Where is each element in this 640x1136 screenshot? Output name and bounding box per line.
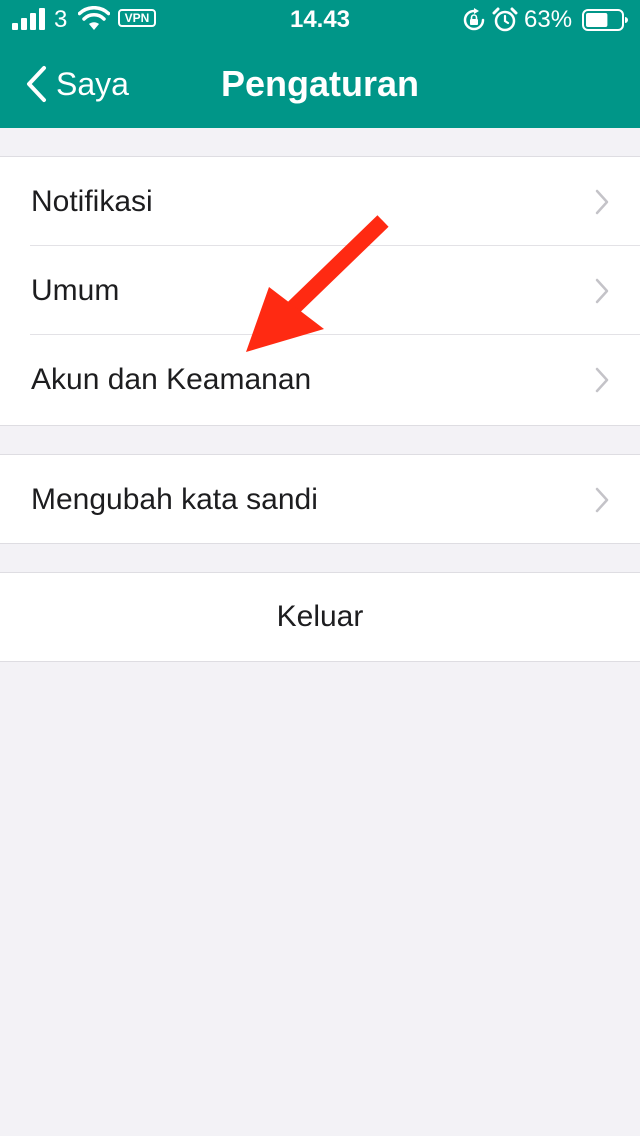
wifi-icon: [78, 6, 110, 30]
settings-item-label: Notifikasi: [31, 185, 153, 218]
settings-item-label: Umum: [31, 274, 120, 307]
chevron-right-icon: [595, 278, 609, 304]
navigation-bar: Saya Pengaturan: [0, 40, 640, 128]
vpn-icon: VPN: [118, 9, 156, 27]
chevron-right-icon: [595, 189, 609, 215]
chevron-right-icon: [595, 487, 609, 513]
chevron-right-icon: [595, 367, 609, 393]
rotation-lock-icon: [463, 8, 485, 31]
settings-group-password: Mengubah kata sandi: [0, 454, 640, 544]
carrier-label: 3: [54, 6, 68, 33]
status-bar: 3 VPN 14.43 63%: [0, 0, 640, 40]
battery-percentage: 63%: [524, 6, 573, 33]
battery-icon: [582, 9, 628, 31]
logout-group: Keluar: [0, 572, 640, 662]
settings-item-mengubah-kata-sandi[interactable]: Mengubah kata sandi: [0, 455, 640, 544]
settings-item-umum[interactable]: Umum: [0, 246, 640, 335]
settings-item-notifikasi[interactable]: Notifikasi: [0, 157, 640, 246]
logout-button[interactable]: Keluar: [0, 573, 640, 661]
signal-icon: [12, 8, 45, 30]
alarm-icon: [492, 7, 518, 32]
settings-item-label: Mengubah kata sandi: [31, 483, 318, 516]
status-time: 14.43: [289, 6, 351, 33]
settings-item-akun-dan-keamanan[interactable]: Akun dan Keamanan: [0, 335, 640, 424]
back-button[interactable]: Saya: [24, 62, 129, 106]
page-title: Pengaturan: [220, 63, 420, 104]
app-header: 3 VPN 14.43 63% Saya Pengaturan: [0, 0, 640, 128]
chevron-left-icon: [27, 66, 46, 102]
settings-item-label: Akun dan Keamanan: [31, 363, 312, 396]
back-label: Saya: [56, 66, 129, 102]
settings-group-main: Notifikasi Umum Akun dan Keamanan: [0, 156, 640, 426]
